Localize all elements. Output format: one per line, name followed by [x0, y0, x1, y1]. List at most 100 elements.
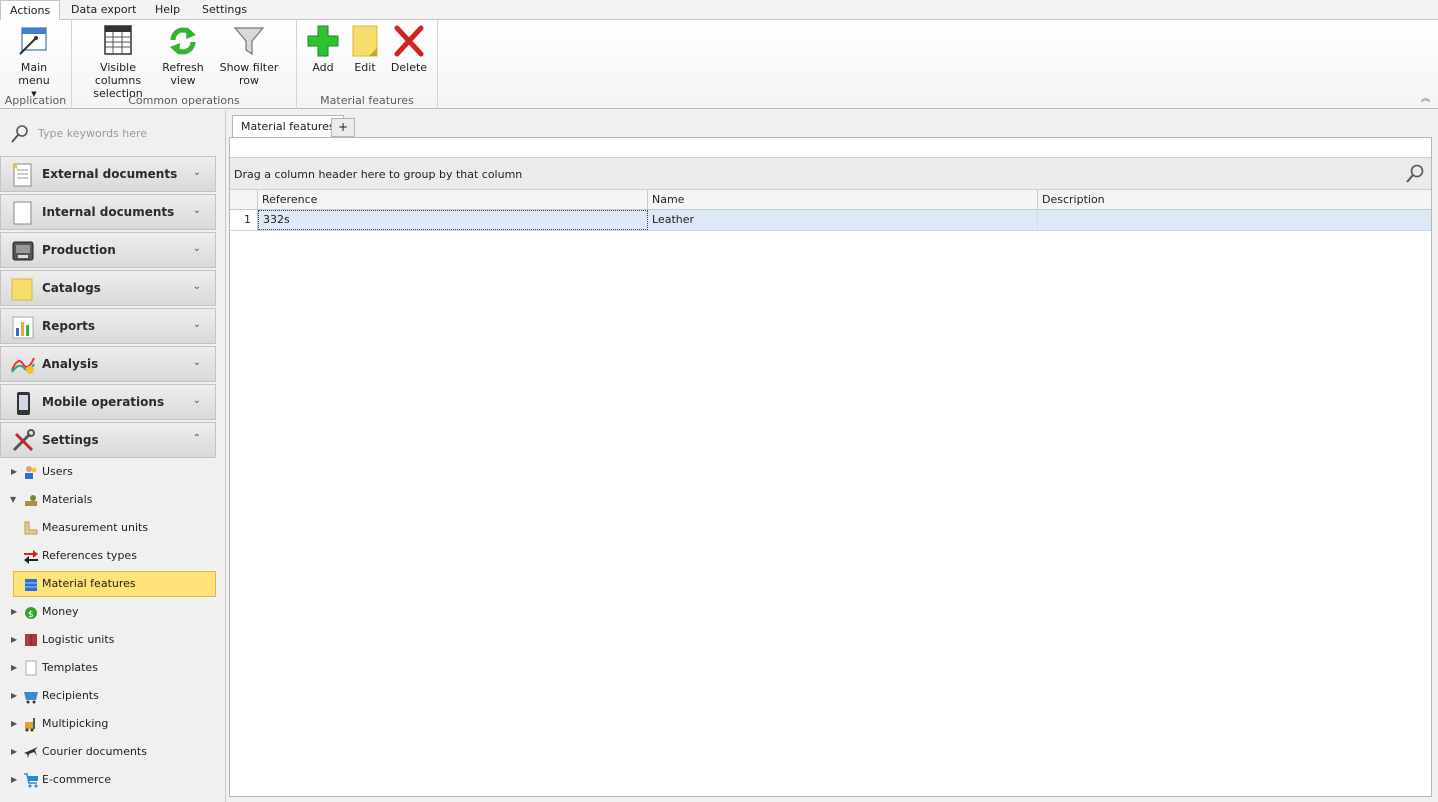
edit-icon	[347, 24, 383, 58]
ribbon-group-common-operations: Visible columns selection Refresh view S…	[72, 20, 297, 109]
row-indicator-header	[230, 190, 258, 210]
main-menu-icon	[16, 24, 52, 58]
cell-reference[interactable]: 332s	[258, 210, 648, 230]
chevron-down-icon: ⌄	[192, 243, 201, 254]
recipients-icon	[23, 688, 39, 704]
multipicking-icon	[23, 716, 39, 732]
refresh-label-2: view	[170, 74, 196, 87]
nav-section-label: Analysis	[42, 357, 99, 371]
mobile-icon	[10, 390, 36, 416]
tree-item-templates[interactable]: ▶ Templates	[0, 655, 216, 681]
grid-container: Drag a column header here to group by th…	[229, 137, 1432, 797]
show-filter-row-button[interactable]: Show filter row	[210, 24, 288, 87]
tree-item-money[interactable]: ▶ $ Money	[0, 599, 216, 625]
group-panel[interactable]: Drag a column header here to group by th…	[230, 157, 1431, 190]
menu-tab-settings[interactable]: Settings	[193, 0, 256, 20]
refresh-icon	[165, 24, 201, 58]
tree-item-label: Measurement units	[42, 521, 149, 534]
tree-item-multipicking[interactable]: ▶ Multipicking	[0, 711, 216, 737]
material-features-icon	[23, 577, 39, 593]
add-button[interactable]: Add	[303, 24, 343, 74]
tree-item-logistic-units[interactable]: ▶ Logistic units	[0, 627, 216, 653]
money-icon: $	[23, 604, 39, 620]
tree-item-recipients[interactable]: ▶ Recipients	[0, 683, 216, 709]
add-tab-button[interactable]: +	[331, 118, 355, 137]
nav-section-label: External documents	[42, 167, 178, 181]
group-panel-text: Drag a column header here to group by th…	[234, 168, 523, 181]
logistic-units-icon	[23, 632, 39, 648]
tree-item-label: Material features	[42, 577, 136, 590]
chevron-down-icon: ⌄	[192, 205, 201, 216]
delete-label: Delete	[390, 61, 428, 74]
nav-section-external-documents[interactable]: External documents ⌄	[0, 156, 216, 192]
nav-section-catalogs[interactable]: Catalogs ⌄	[0, 270, 216, 306]
tree-item-measurement-units[interactable]: Measurement units	[0, 515, 216, 541]
filter-icon	[231, 24, 267, 58]
nav-section-analysis[interactable]: Analysis ⌄	[0, 346, 216, 382]
tree-item-references-types[interactable]: References types	[0, 543, 216, 569]
tree-item-users[interactable]: ▶ Users	[0, 459, 216, 485]
chevron-down-icon: ⌄	[192, 167, 201, 178]
main-menu-button[interactable]: Main menu ▼	[4, 24, 64, 101]
nav-section-settings[interactable]: Settings ⌃	[0, 422, 216, 458]
collapse-ribbon-icon[interactable]: ︽	[1421, 91, 1430, 104]
tree-item-e-commerce[interactable]: ▶ E-commerce	[0, 767, 216, 793]
materials-icon	[23, 492, 39, 508]
sidebar: External documents ⌄ Internal documents …	[0, 110, 226, 802]
delete-button[interactable]: Delete	[387, 24, 431, 74]
edit-label: Edit	[354, 61, 376, 74]
expand-arrow-icon[interactable]: ▶	[11, 663, 19, 672]
tree-item-label: Money	[42, 605, 79, 618]
menu-tab-help[interactable]: Help	[146, 0, 189, 20]
menu-bar: Actions Data export Help Settings	[0, 0, 1438, 21]
cart-icon	[23, 772, 39, 788]
expand-arrow-icon[interactable]: ▶	[11, 607, 19, 616]
search-icon[interactable]	[1405, 164, 1425, 184]
expand-arrow-icon[interactable]: ▶	[11, 719, 19, 728]
ribbon-group-application: Main menu ▼ Application	[0, 20, 72, 109]
refresh-view-button[interactable]: Refresh view	[158, 24, 208, 87]
table-row[interactable]: 1 332s Leather	[230, 210, 1431, 231]
plane-icon	[23, 744, 39, 760]
reports-icon	[10, 314, 36, 340]
collapse-arrow-icon[interactable]: ▼	[10, 495, 18, 504]
tree-item-material-features[interactable]: Material features	[13, 571, 216, 597]
columns-icon	[100, 24, 136, 58]
tree-item-courier-documents[interactable]: ▶ Courier documents	[0, 739, 216, 765]
nav-section-mobile-operations[interactable]: Mobile operations ⌄	[0, 384, 216, 420]
refresh-label-1: Refresh	[162, 61, 204, 74]
column-header-name[interactable]: Name	[648, 190, 1038, 210]
tree-item-label: Logistic units	[42, 633, 115, 646]
tree-item-label: References types	[42, 549, 137, 562]
tab-material-features[interactable]: Material features	[232, 115, 344, 138]
menu-tab-actions[interactable]: Actions	[0, 0, 61, 21]
cell-name[interactable]: Leather	[648, 210, 1038, 230]
nav-section-internal-documents[interactable]: Internal documents ⌄	[0, 194, 216, 230]
group-caption-material-features: Material features	[320, 94, 414, 107]
expand-arrow-icon[interactable]: ▶	[11, 635, 19, 644]
search-input[interactable]	[36, 126, 206, 141]
tree-item-materials[interactable]: ▼ Materials	[0, 487, 216, 513]
expand-arrow-icon[interactable]: ▶	[11, 747, 19, 756]
nav-section-production[interactable]: Production ⌄	[0, 232, 216, 268]
expand-arrow-icon[interactable]: ▶	[11, 775, 19, 784]
delete-icon	[391, 24, 427, 58]
edit-button[interactable]: Edit	[345, 24, 385, 74]
nav-section-label: Internal documents	[42, 205, 175, 219]
expand-arrow-icon[interactable]: ▶	[11, 691, 19, 700]
column-header-description[interactable]: Description	[1038, 190, 1431, 210]
external-documents-icon	[10, 162, 36, 188]
visible-columns-button[interactable]: Visible columns selection	[80, 24, 156, 100]
tree-item-label: Users	[42, 465, 73, 478]
expand-arrow-icon[interactable]: ▶	[11, 467, 19, 476]
tree-item-label: Recipients	[42, 689, 99, 702]
cell-description[interactable]	[1038, 210, 1431, 230]
catalogs-icon	[10, 276, 36, 302]
group-caption-common-operations: Common operations	[128, 94, 240, 107]
nav-section-reports[interactable]: Reports ⌄	[0, 308, 216, 344]
tree-item-label: Materials	[42, 493, 93, 506]
chevron-down-icon: ⌄	[192, 357, 201, 368]
row-number: 1	[230, 210, 258, 230]
column-header-reference[interactable]: Reference	[258, 190, 648, 210]
menu-tab-data-export[interactable]: Data export	[62, 0, 145, 20]
